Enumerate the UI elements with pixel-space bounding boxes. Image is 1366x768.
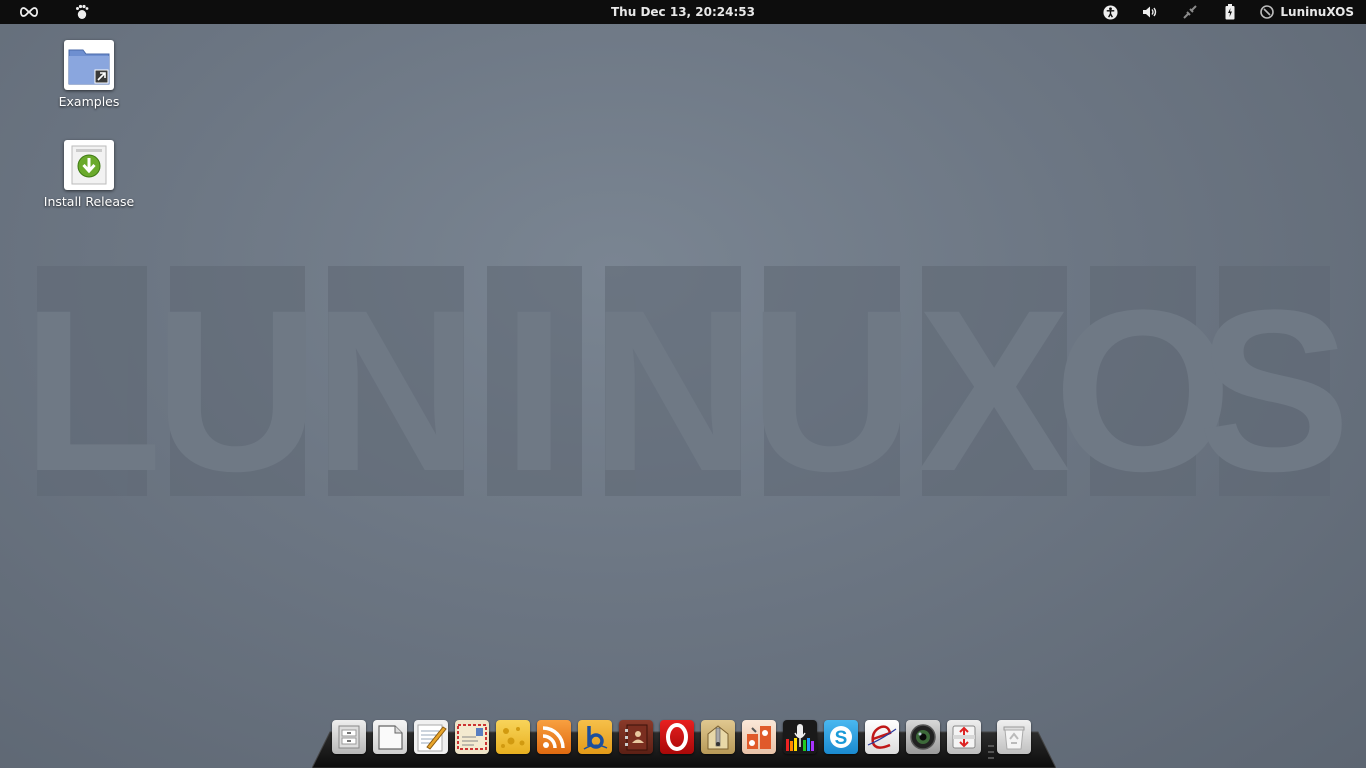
folder-shortcut-icon: [68, 49, 110, 85]
mail-icon: [457, 724, 487, 750]
settings-icon: [747, 726, 771, 749]
b-app-icon: [583, 726, 608, 750]
dock-item-skype[interactable]: S: [824, 720, 858, 754]
skype-icon: S: [830, 726, 852, 749]
wallpaper-watermark: L U N I N U X O S: [22, 262, 1351, 519]
dock-item-address-book[interactable]: [619, 720, 653, 754]
user-menu[interactable]: LuninuXOS: [1260, 0, 1354, 24]
dock-item-webcam[interactable]: [906, 720, 940, 754]
accessibility-icon: [1102, 4, 1118, 20]
watermark-letter: N: [590, 262, 756, 519]
clock[interactable]: Thu Dec 13, 20:24:53: [611, 5, 755, 19]
network-disconnected-icon: [1183, 5, 1197, 19]
volume-indicator[interactable]: [1138, 0, 1162, 24]
svg-text:S: S: [835, 728, 848, 749]
dock-item-document[interactable]: [373, 720, 407, 754]
document-icon: [378, 725, 403, 750]
volume-icon: [1142, 6, 1156, 18]
dock-item-browser-e[interactable]: [865, 720, 899, 754]
archive-icon: [707, 725, 729, 750]
dock-item-opera[interactable]: [660, 720, 694, 754]
dock-item-mail[interactable]: [455, 720, 489, 754]
applications-menu-button[interactable]: [12, 0, 46, 24]
cheese-icon: [501, 727, 525, 748]
rss-icon: [542, 726, 565, 749]
audio-recorder-icon: [786, 724, 814, 751]
gnome-foot-button[interactable]: [70, 0, 94, 24]
file-manager-icon: [338, 725, 360, 749]
dock-item-rss[interactable]: [537, 720, 571, 754]
infinity-logo-icon: [19, 7, 39, 17]
top-panel: Thu Dec 13, 20:24:53 LuninuXOS: [0, 0, 1366, 24]
text-editor-icon: [417, 724, 447, 752]
opera-icon: [666, 723, 688, 751]
user-name: LuninuXOS: [1280, 5, 1354, 19]
dock: S: [312, 718, 1056, 768]
dock-item-cheese[interactable]: [496, 720, 530, 754]
watermark-letter: U: [154, 262, 320, 519]
network-indicator[interactable]: [1178, 0, 1202, 24]
watermark-letter: U: [749, 262, 915, 519]
user-status-icon: [1260, 5, 1275, 19]
updater-icon: [952, 725, 976, 749]
address-book-icon: [625, 724, 648, 751]
dock-item-archive[interactable]: [701, 720, 735, 754]
watermark-letter: N: [313, 262, 479, 519]
install-download-icon: [71, 145, 107, 185]
dock-item-settings[interactable]: [742, 720, 776, 754]
dock-item-trash[interactable]: [997, 720, 1031, 754]
desktop-icon-install-release[interactable]: Install Release: [39, 140, 139, 209]
watermark-letter: I: [502, 262, 566, 519]
dock-item-b-app[interactable]: [578, 720, 612, 754]
watermark-letter: S: [1197, 262, 1350, 519]
gnome-foot-icon: [76, 4, 89, 19]
watermark-letter: L: [22, 262, 163, 519]
dock-item-audio-recorder[interactable]: [783, 720, 817, 754]
browser-e-icon: [867, 725, 897, 749]
webcam-icon: [910, 724, 936, 750]
trash-icon: [1003, 726, 1025, 750]
desktop-icon-label: Examples: [58, 94, 120, 109]
dock-item-updater[interactable]: [947, 720, 981, 754]
battery-charging-icon: [1225, 4, 1235, 20]
dock-item-file-manager[interactable]: [332, 720, 366, 754]
dock-item-text-editor[interactable]: [414, 720, 448, 754]
battery-indicator[interactable]: [1220, 0, 1240, 24]
watermark-letter: X: [917, 262, 1070, 519]
accessibility-indicator[interactable]: [1099, 0, 1121, 24]
desktop-icon-label: Install Release: [43, 194, 135, 209]
desktop-icon-examples[interactable]: Examples: [39, 40, 139, 109]
